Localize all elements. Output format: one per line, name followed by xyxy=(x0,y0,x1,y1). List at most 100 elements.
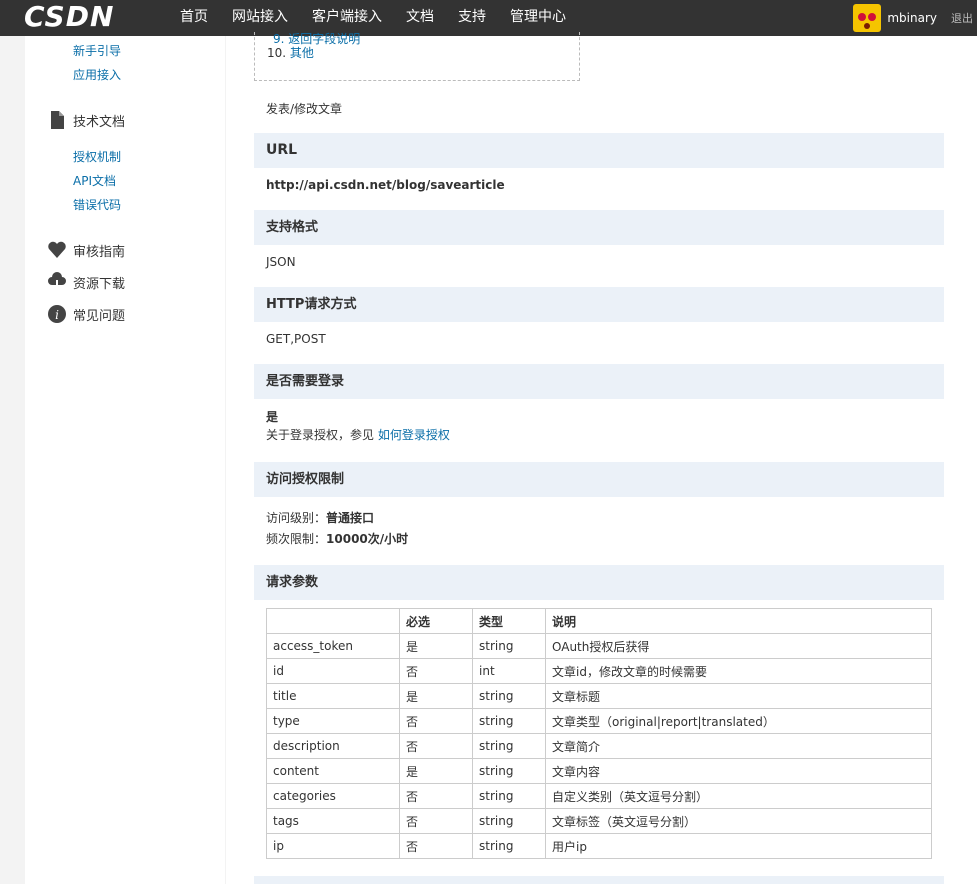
param-type: string xyxy=(472,758,546,784)
params-table-body: access_token 是 string OAuth授权后获得 id 否 int 文章id，… xyxy=(266,633,932,859)
param-desc: 文章内容 xyxy=(545,758,932,784)
param-type: string xyxy=(472,733,546,759)
col-header-required: 必选 xyxy=(399,608,473,634)
table-of-contents: 9. 返回字段说明 10. 其他 xyxy=(254,32,580,81)
cloud-download-icon xyxy=(48,272,66,291)
limit-freq-label: 频次限制： xyxy=(266,532,327,546)
nav-admin-center[interactable]: 管理中心 xyxy=(510,0,566,36)
section-params-header: 请求参数 xyxy=(254,565,944,600)
sidebar-section-review[interactable]: 审核指南 xyxy=(47,240,125,260)
section-method-header: HTTP请求方式 xyxy=(254,287,944,322)
sidebar-section-tech-docs[interactable]: 技术文档 xyxy=(47,110,125,130)
sidebar-label-download: 资源下载 xyxy=(73,276,126,292)
param-name: categories xyxy=(266,783,400,809)
table-row: type 否 string 文章类型（original|report|translat… xyxy=(266,708,932,734)
param-desc: OAuth授权后获得 xyxy=(545,633,932,659)
info-icon: i xyxy=(48,305,66,323)
sidebar-item-error-codes[interactable]: 错误代码 xyxy=(73,196,121,213)
login-note-text: 关于登录授权，参见 xyxy=(266,428,375,442)
section-limit-header: 访问授权限制 xyxy=(254,462,944,497)
main-content: 9. 返回字段说明 10. 其他 发表/修改文章 URL http://api.… xyxy=(226,32,977,884)
nav-support[interactable]: 支持 xyxy=(458,0,486,36)
param-required: 否 xyxy=(399,658,473,684)
main-nav: 首页 网站接入 客户端接入 文档 支持 管理中心 xyxy=(180,0,590,36)
nav-docs[interactable]: 文档 xyxy=(406,0,434,36)
table-row: categories 否 string 自定义类别（英文逗号分割） xyxy=(266,783,932,809)
param-type: string xyxy=(472,783,546,809)
username[interactable]: mbinary xyxy=(887,11,937,25)
toc-item-10-num: 10. xyxy=(267,46,287,60)
param-type: string xyxy=(472,708,546,734)
sidebar: 新手引导 应用接入 技术文档 授权机制 API文档 错误代码 审核指南 资源下载… xyxy=(25,36,225,884)
param-name: title xyxy=(266,683,400,709)
section-login-header: 是否需要登录 xyxy=(254,364,944,399)
param-type: string xyxy=(472,833,546,859)
param-desc: 自定义类别（英文逗号分割） xyxy=(545,783,932,809)
sidebar-label-tech-docs: 技术文档 xyxy=(73,114,126,130)
param-required: 否 xyxy=(399,708,473,734)
param-desc: 文章id，修改文章的时候需要 xyxy=(545,658,932,684)
sidebar-label-review: 审核指南 xyxy=(73,244,126,260)
limit-level-value: 普通接口 xyxy=(326,511,375,525)
limit-level: 访问级别：普通接口 xyxy=(266,509,374,526)
param-desc: 文章标签（英文逗号分割） xyxy=(545,808,932,834)
param-name: content xyxy=(266,758,400,784)
param-name: access_token xyxy=(266,633,400,659)
table-row: content 是 string 文章内容 xyxy=(266,758,932,784)
table-row: description 否 string 文章简介 xyxy=(266,733,932,759)
toc-item-10-link[interactable]: 其他 xyxy=(290,46,314,60)
sidebar-item-app-access[interactable]: 应用接入 xyxy=(73,66,121,83)
logout-link[interactable]: 退出 xyxy=(951,10,973,26)
login-value: 是 xyxy=(266,410,279,424)
param-type: string xyxy=(472,808,546,834)
sidebar-section-download[interactable]: 资源下载 xyxy=(47,272,125,292)
login-auth-link[interactable]: 如何登录授权 xyxy=(378,428,450,442)
table-row: ip 否 string 用户ip xyxy=(266,833,932,859)
param-type: string xyxy=(472,633,546,659)
url-value: http://api.csdn.net/blog/savearticle xyxy=(266,178,505,192)
sidebar-label-faq: 常见问题 xyxy=(73,308,126,324)
csdn-logo[interactable]: CSDN xyxy=(24,2,114,32)
limit-level-label: 访问级别： xyxy=(266,511,327,525)
param-name: type xyxy=(266,708,400,734)
table-header-row: 必选 类型 说明 xyxy=(266,608,932,634)
method-value: GET,POST xyxy=(266,332,326,346)
avatar[interactable] xyxy=(853,4,882,32)
sidebar-item-auth[interactable]: 授权机制 xyxy=(73,148,121,165)
param-required: 否 xyxy=(399,733,473,759)
param-name: id xyxy=(266,658,400,684)
heart-icon xyxy=(48,241,66,258)
top-bar: CSDN 首页 网站接入 客户端接入 文档 支持 管理中心 mbinary 退出 xyxy=(0,0,977,36)
limit-frequency: 频次限制：10000次/小时 xyxy=(266,530,408,547)
param-required: 是 xyxy=(399,683,473,709)
param-desc: 文章简介 xyxy=(545,733,932,759)
document-icon xyxy=(51,111,64,129)
param-required: 是 xyxy=(399,633,473,659)
col-header-desc: 说明 xyxy=(545,608,932,634)
table-row: access_token 是 string OAuth授权后获得 xyxy=(266,633,932,659)
param-required: 否 xyxy=(399,783,473,809)
sidebar-item-beginner-guide[interactable]: 新手引导 xyxy=(73,42,121,59)
nav-home[interactable]: 首页 xyxy=(180,0,208,36)
api-description: 发表/修改文章 xyxy=(266,102,343,116)
next-section-header xyxy=(254,876,944,884)
param-name: ip xyxy=(266,833,400,859)
user-area: mbinary 退出 xyxy=(853,0,977,36)
param-name: description xyxy=(266,733,400,759)
param-type: string xyxy=(472,683,546,709)
section-url-header: URL xyxy=(254,133,944,168)
params-table: 必选 类型 说明 access_token 是 string OAuth授权后获得 id… xyxy=(266,608,932,859)
svg-text:i: i xyxy=(55,308,59,322)
param-desc: 文章标题 xyxy=(545,683,932,709)
table-row: title 是 string 文章标题 xyxy=(266,683,932,709)
param-required: 否 xyxy=(399,833,473,859)
table-row: tags 否 string 文章标签（英文逗号分割） xyxy=(266,808,932,834)
login-note: 关于登录授权，参见 如何登录授权 xyxy=(266,426,450,443)
col-header-type: 类型 xyxy=(472,608,546,634)
param-desc: 文章类型（original|report|translated） xyxy=(545,708,932,734)
col-header-name xyxy=(266,608,400,634)
sidebar-section-faq[interactable]: i 常见问题 xyxy=(47,304,125,324)
table-row: id 否 int 文章id，修改文章的时候需要 xyxy=(266,658,932,684)
sidebar-item-api-docs[interactable]: API文档 xyxy=(73,172,116,189)
format-value: JSON xyxy=(266,255,296,269)
